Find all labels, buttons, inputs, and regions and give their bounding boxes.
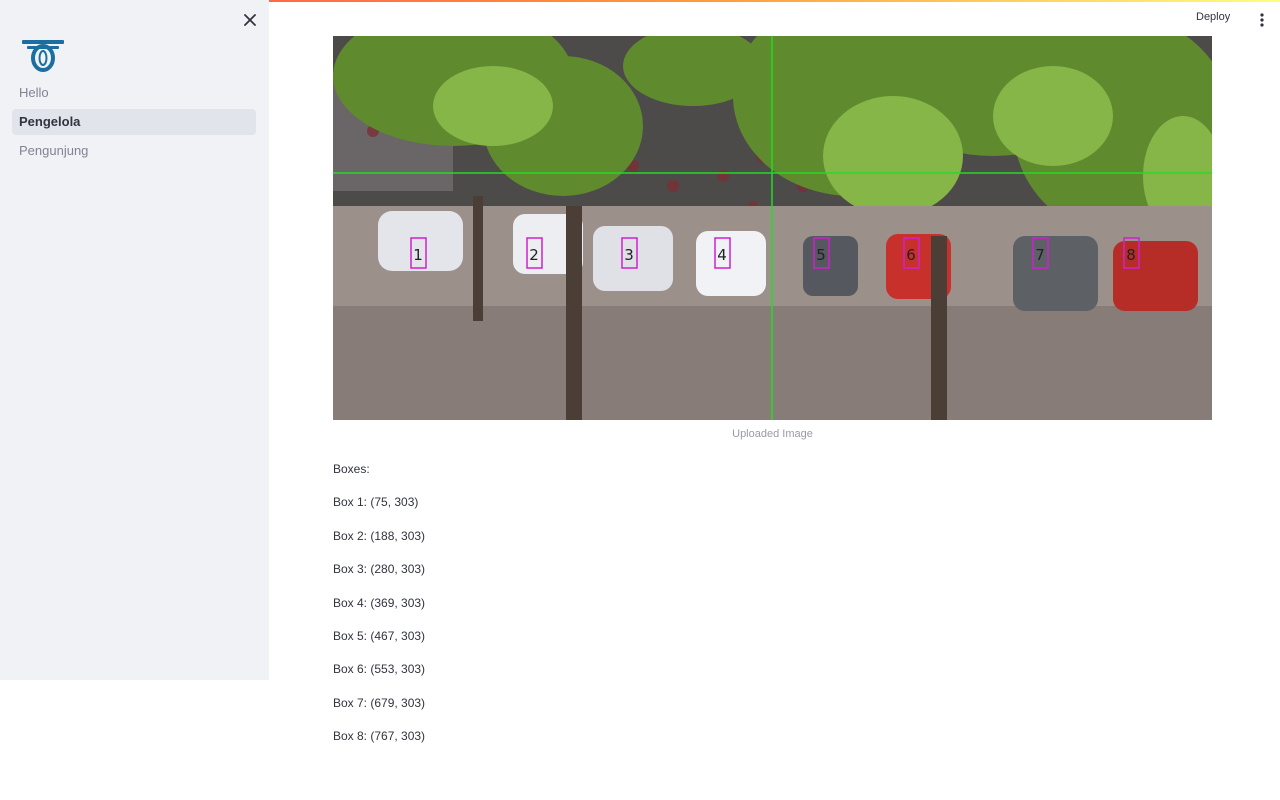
box-coordinate-item: Box 3: (280, 303) (333, 562, 426, 577)
sidebar-item-pengunjung[interactable]: Pengunjung (12, 138, 256, 164)
image-box-label: 4 (717, 246, 727, 264)
box-coordinate-item: Box 7: (679, 303) (333, 695, 426, 710)
box-coordinate-item: Box 8: (767, 303) (333, 729, 426, 744)
image-box-label: 3 (624, 246, 634, 264)
sidebar-item-hello[interactable]: Hello (12, 80, 256, 106)
sidebar: Hello Pengelola Pengunjung (0, 0, 269, 680)
box-coordinate-item: Box 4: (369, 303) (333, 595, 426, 610)
close-icon[interactable] (240, 10, 260, 30)
uploaded-image: 1 2 3 4 5 6 7 8 (333, 36, 1212, 420)
boxes-list: Boxes: Box 1: (75, 303) Box 2: (188, 303… (333, 462, 425, 763)
image-caption: Uploaded Image (732, 428, 813, 440)
box-coordinate-item: Box 5: (467, 303) (333, 628, 426, 643)
image-box-label: 5 (816, 246, 826, 264)
image-box-label: 1 (413, 246, 423, 264)
box-coordinate-item: Box 6: (553, 303) (333, 662, 426, 677)
deploy-button[interactable]: Deploy (1196, 11, 1230, 23)
image-box-label: 8 (1126, 246, 1136, 264)
box-coordinate-item: Box 2: (188, 303) (333, 528, 426, 543)
boxes-heading: Boxes: (333, 462, 370, 476)
more-vertical-icon[interactable] (1255, 12, 1269, 28)
image-box-label: 6 (906, 246, 916, 264)
logo-icon (22, 40, 64, 72)
image-box-label: 2 (529, 246, 539, 264)
box-coordinate-item: Box 1: (75, 303) (333, 495, 419, 510)
sidebar-item-pengelola[interactable]: Pengelola (12, 109, 256, 135)
sidebar-nav: Hello Pengelola Pengunjung (12, 80, 256, 167)
image-box-label: 7 (1035, 246, 1045, 264)
